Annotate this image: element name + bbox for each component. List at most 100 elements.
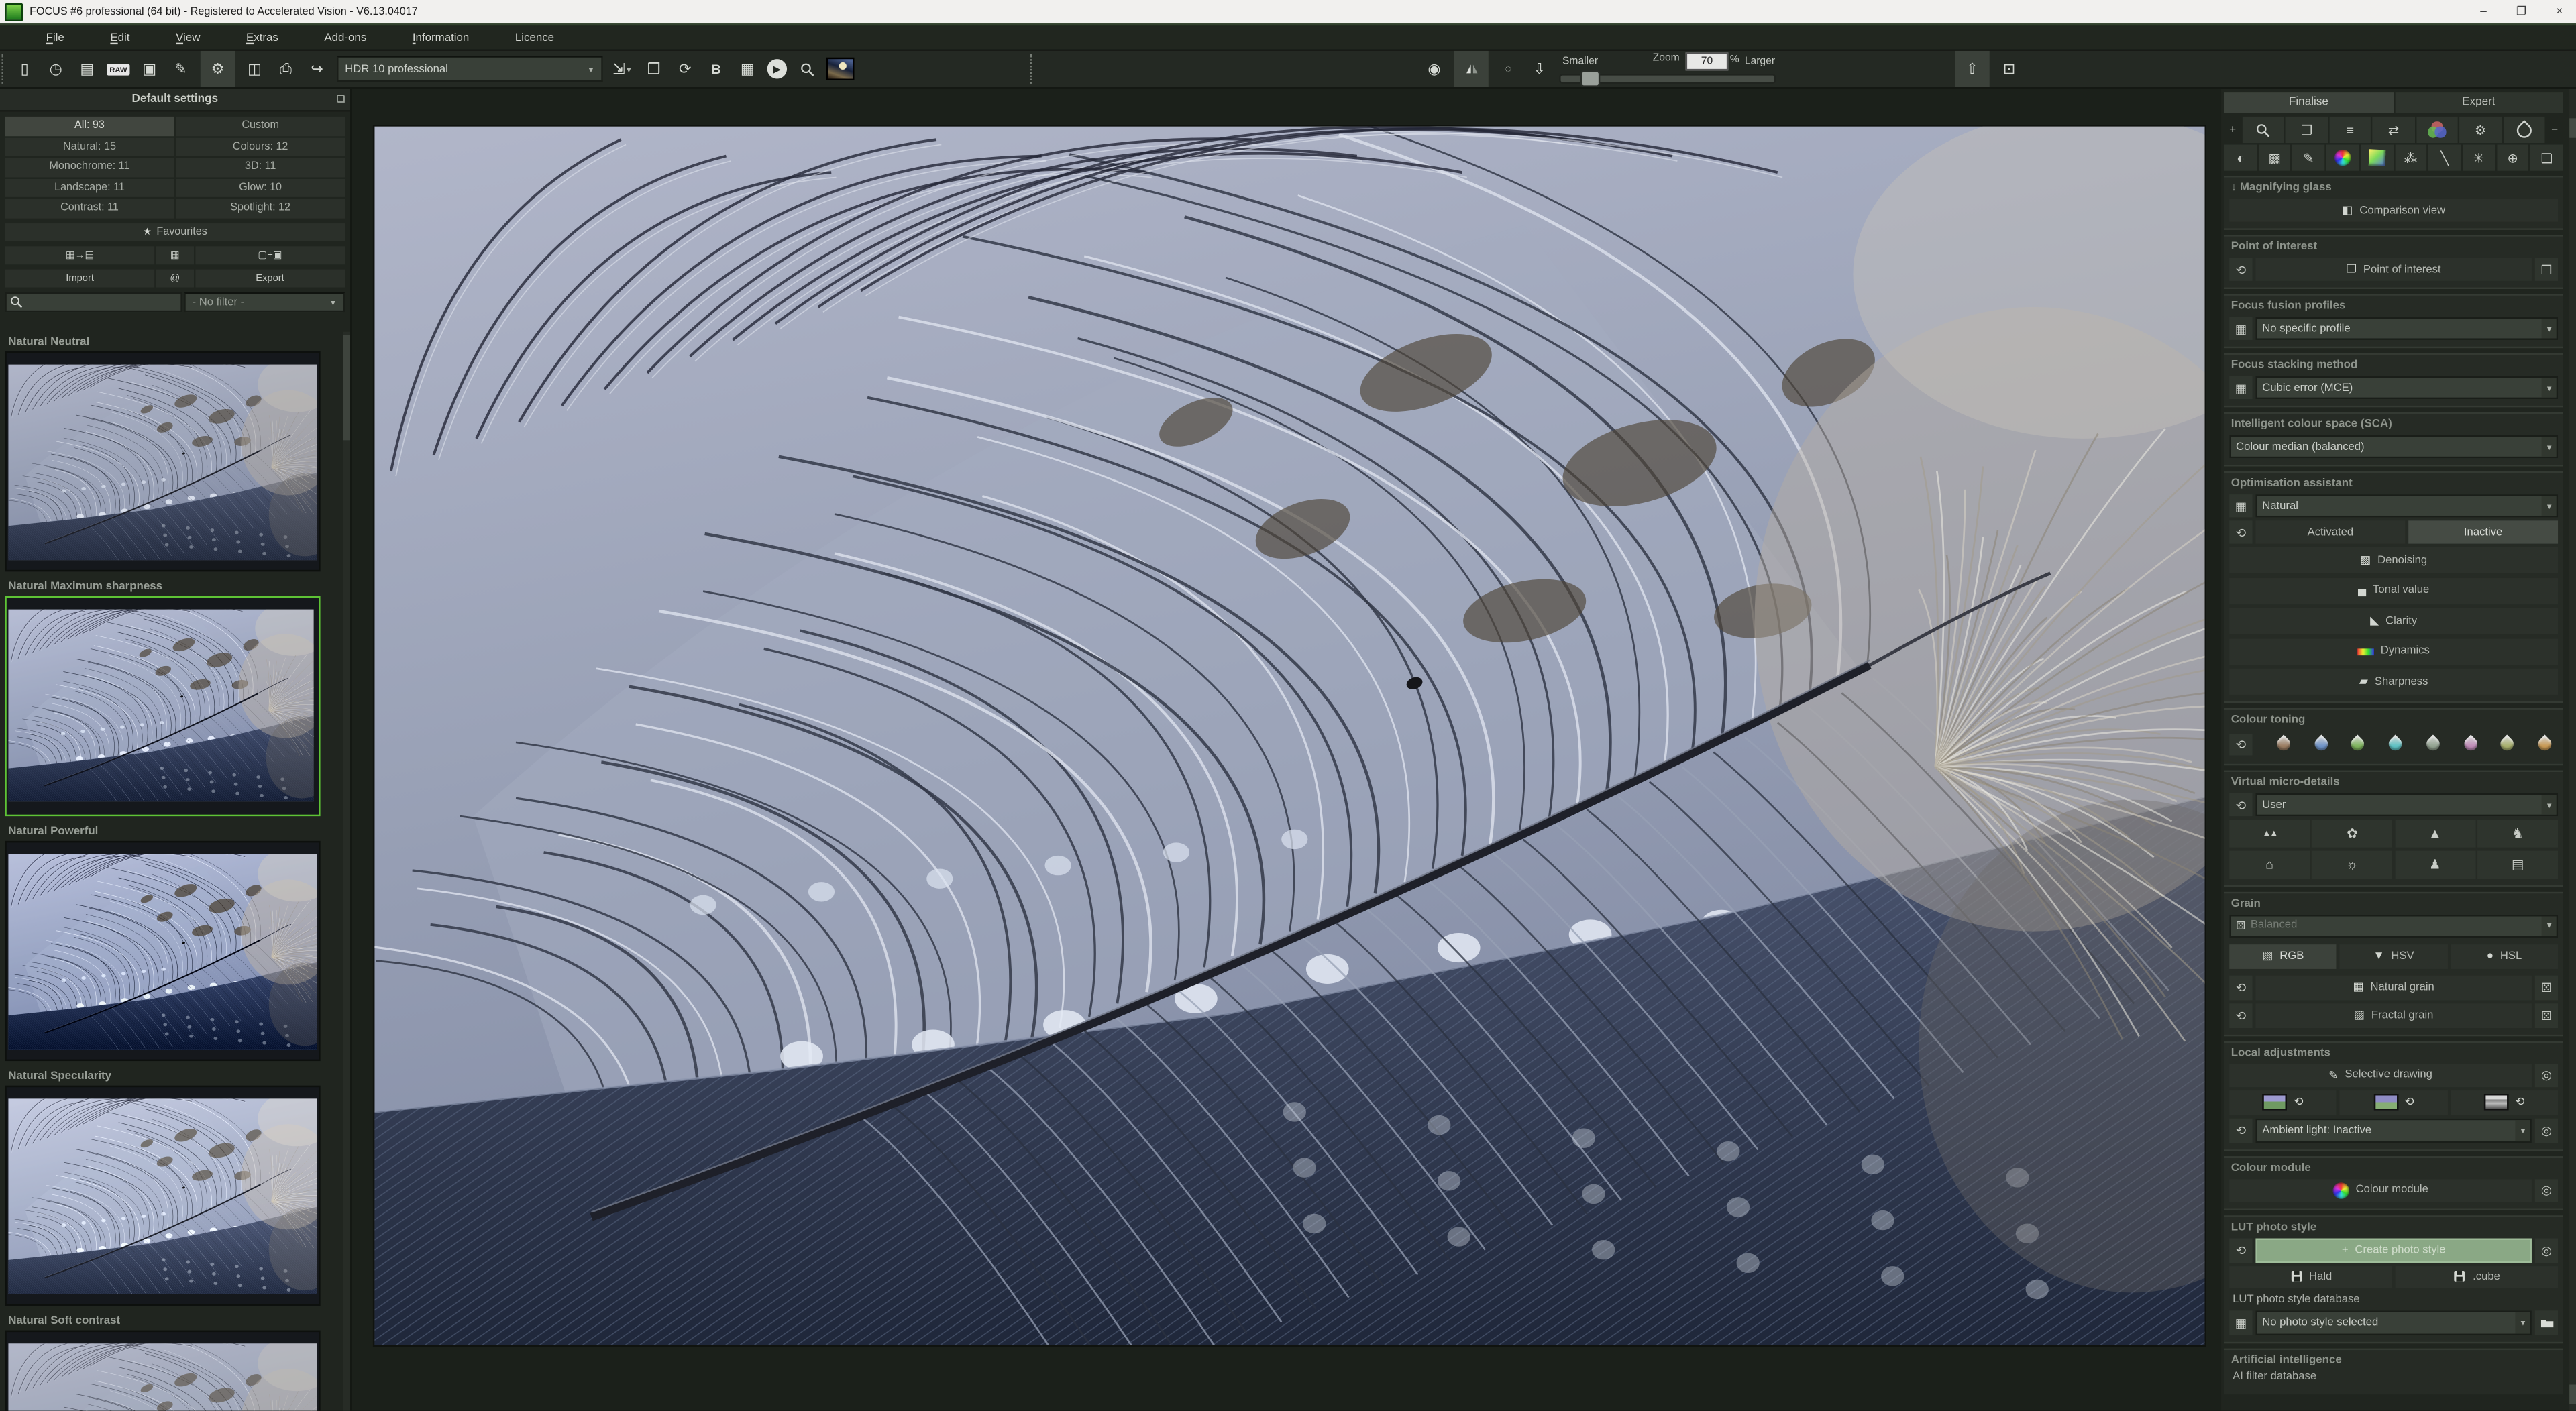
lut-cube-tool-icon[interactable] xyxy=(2361,145,2393,171)
remove-tool-icon[interactable]: − xyxy=(2546,117,2563,143)
nodes-tool-icon[interactable]: ⁂ xyxy=(2394,145,2426,171)
dynamics-button[interactable]: Dynamics xyxy=(2229,638,2558,664)
toning-droplet-cyan[interactable] xyxy=(2386,735,2405,754)
stacking-method-dropdown[interactable]: Cubic error (MCE) ▼ xyxy=(2255,376,2558,399)
preset-thumbnail[interactable] xyxy=(5,841,320,1061)
inactive-button[interactable]: Inactive xyxy=(2408,520,2558,543)
menu-addons[interactable]: Add-ons xyxy=(301,32,389,44)
preset-search-input[interactable] xyxy=(26,295,177,310)
crop-rotate-icon[interactable]: ⊡ xyxy=(1998,56,2021,82)
reset-icon[interactable]: ⟲ xyxy=(2229,1118,2252,1143)
category-colours[interactable]: Colours: 12 xyxy=(176,137,345,156)
gear-tool-icon[interactable]: ⚙ xyxy=(2459,117,2501,143)
at-button[interactable]: @ xyxy=(156,270,193,288)
category-contrast[interactable]: Contrast: 11 xyxy=(5,199,174,217)
composing-layer-3-button[interactable]: ⟲ xyxy=(2451,1090,2558,1115)
grid-icon[interactable]: ▦ xyxy=(2229,376,2252,399)
raw-develop-icon[interactable]: RAW xyxy=(107,56,129,82)
grid-icon[interactable]: ▦ xyxy=(2229,317,2252,340)
scrollbar-thumb[interactable] xyxy=(2569,1384,2576,1404)
monitor-transfer-icon[interactable]: ⇲▼ xyxy=(611,56,634,82)
preset-list-scrollbar[interactable] xyxy=(343,332,350,1411)
preview-document-icon[interactable] xyxy=(795,56,818,82)
lightbulb-preset-icon[interactable]: ☼ xyxy=(2312,850,2393,878)
denoising-button[interactable]: ▩Denoising xyxy=(2229,547,2558,573)
tab-expert[interactable]: Expert xyxy=(2394,92,2563,113)
colour-wheel-tool-icon[interactable] xyxy=(2326,145,2359,171)
cube-export-button[interactable]: .cube xyxy=(2396,1265,2558,1287)
minimize-button[interactable]: – xyxy=(2480,6,2487,17)
composing-layer-2-button[interactable]: ⟲ xyxy=(2340,1090,2447,1115)
transfer-tool-icon[interactable]: ⇄ xyxy=(2373,117,2414,143)
toning-droplet-pink[interactable] xyxy=(2461,735,2479,754)
preset-filter-dropdown[interactable]: - No filter - ▼ xyxy=(184,292,345,312)
mountain-preset-icon[interactable]: ▲ xyxy=(2395,820,2475,848)
menu-information[interactable]: Information xyxy=(390,32,492,44)
category-all[interactable]: All: 93 xyxy=(5,117,174,135)
rgb-tool-icon[interactable] xyxy=(2416,117,2458,143)
contrast-tool-icon[interactable]: ◐ xyxy=(2224,145,2257,171)
dashed-compare-icon[interactable]: ◌ xyxy=(1497,56,1519,82)
ambient-light-dropdown[interactable]: Ambient light: Inactive ▼ xyxy=(2255,1118,2531,1143)
preview-refresh-icon[interactable]: ◎ xyxy=(2535,1118,2558,1143)
colour-module-button[interactable]: Colour module xyxy=(2229,1178,2532,1201)
fit-to-window-icon[interactable]: ⇩ xyxy=(1528,56,1551,82)
aperture-tool-icon[interactable]: ✳ xyxy=(2463,145,2495,171)
category-spotlight[interactable]: Spotlight: 12 xyxy=(176,199,345,217)
restore-button[interactable]: ❐ xyxy=(2516,5,2526,18)
eye-preview-icon[interactable]: ◉ xyxy=(1423,56,1446,82)
activated-button[interactable]: Activated xyxy=(2255,520,2405,543)
new-project-icon[interactable]: ▯ xyxy=(13,56,36,82)
reset-icon[interactable]: ⟲ xyxy=(2229,1003,2252,1027)
close-button[interactable]: × xyxy=(2556,6,2563,17)
create-photo-style-button[interactable]: + Create photo style xyxy=(2255,1237,2531,1262)
reset-icon[interactable]: ⟲ xyxy=(2229,1237,2252,1262)
point-of-interest-button[interactable]: ❐ Point of interest xyxy=(2255,258,2531,280)
menu-file[interactable]: File xyxy=(23,32,87,44)
open-folder-icon[interactable] xyxy=(2535,1310,2558,1335)
tonal-value-button[interactable]: ▄Tonal value xyxy=(2229,577,2558,604)
flower-preset-icon[interactable]: ✿ xyxy=(2312,820,2393,848)
reset-icon[interactable]: ⟲ xyxy=(2229,733,2252,754)
hsv-mode-button[interactable]: ▼HSV xyxy=(2340,944,2447,968)
project-preset-dropdown[interactable]: HDR 10 professional ▼ xyxy=(337,56,603,82)
globe-tool-icon[interactable]: ⊕ xyxy=(2497,145,2529,171)
preview-refresh-icon[interactable]: ◎ xyxy=(2535,1237,2558,1262)
category-natural[interactable]: Natural: 15 xyxy=(5,137,174,156)
horse-preset-icon[interactable]: ♞ xyxy=(2477,820,2558,848)
rgb-mode-button[interactable]: ▧RGB xyxy=(2229,944,2337,968)
natural-grain-button[interactable]: ▦Natural grain xyxy=(2255,974,2531,999)
export-button[interactable]: Export xyxy=(195,270,345,288)
toning-droplet-silver[interactable] xyxy=(2423,735,2442,754)
settings-gear-icon[interactable]: ⚙ xyxy=(201,51,235,87)
dice-icon[interactable]: ⚄ xyxy=(2535,1003,2558,1027)
category-custom[interactable]: Custom xyxy=(176,117,345,135)
menu-edit[interactable]: Edit xyxy=(87,32,153,44)
lut-database-dropdown[interactable]: No photo style selected ▼ xyxy=(2255,1310,2531,1335)
toning-droplet-green[interactable] xyxy=(2349,735,2367,754)
preview-refresh-icon[interactable]: ◎ xyxy=(2535,1064,2558,1086)
knife-tool-icon[interactable]: ╲ xyxy=(2428,145,2461,171)
preset-thumbnail[interactable] xyxy=(5,1331,320,1411)
settings-scrollbar[interactable] xyxy=(2569,89,2576,1410)
split-view-icon[interactable]: ◫ xyxy=(243,56,266,82)
grain-tool-icon[interactable]: ▩ xyxy=(2259,145,2291,171)
magnifier-tool-icon[interactable] xyxy=(2243,117,2284,143)
import-icon[interactable]: ▦→▤ xyxy=(5,246,155,264)
dice-icon[interactable]: ⚄ xyxy=(2535,974,2558,999)
colour-space-dropdown[interactable]: Colour median (balanced) ▼ xyxy=(2229,435,2558,458)
post-processing-brush-icon[interactable]: ✎ xyxy=(169,56,192,82)
menu-view[interactable]: View xyxy=(153,32,223,44)
photo-style-icon[interactable]: B xyxy=(705,56,728,82)
preview-refresh-icon[interactable]: ◎ xyxy=(2535,1178,2558,1201)
batch-processing-icon[interactable]: ▤ xyxy=(76,56,99,82)
portrait-preset-icon[interactable]: ♟ xyxy=(2395,850,2475,878)
category-monochrome[interactable]: Monochrome: 11 xyxy=(5,158,174,176)
droplet-tool-icon[interactable] xyxy=(2503,117,2544,143)
toning-droplet-amber[interactable] xyxy=(2536,735,2555,754)
grain-dropdown[interactable]: ⚄ Balanced ▼ xyxy=(2229,914,2558,937)
preset-thumbnail[interactable] xyxy=(5,1086,320,1306)
print-icon[interactable]: ⎙ xyxy=(274,56,297,82)
scrollbar-thumb[interactable] xyxy=(343,335,350,441)
filmstrip-icon[interactable]: ▦ xyxy=(736,56,759,82)
